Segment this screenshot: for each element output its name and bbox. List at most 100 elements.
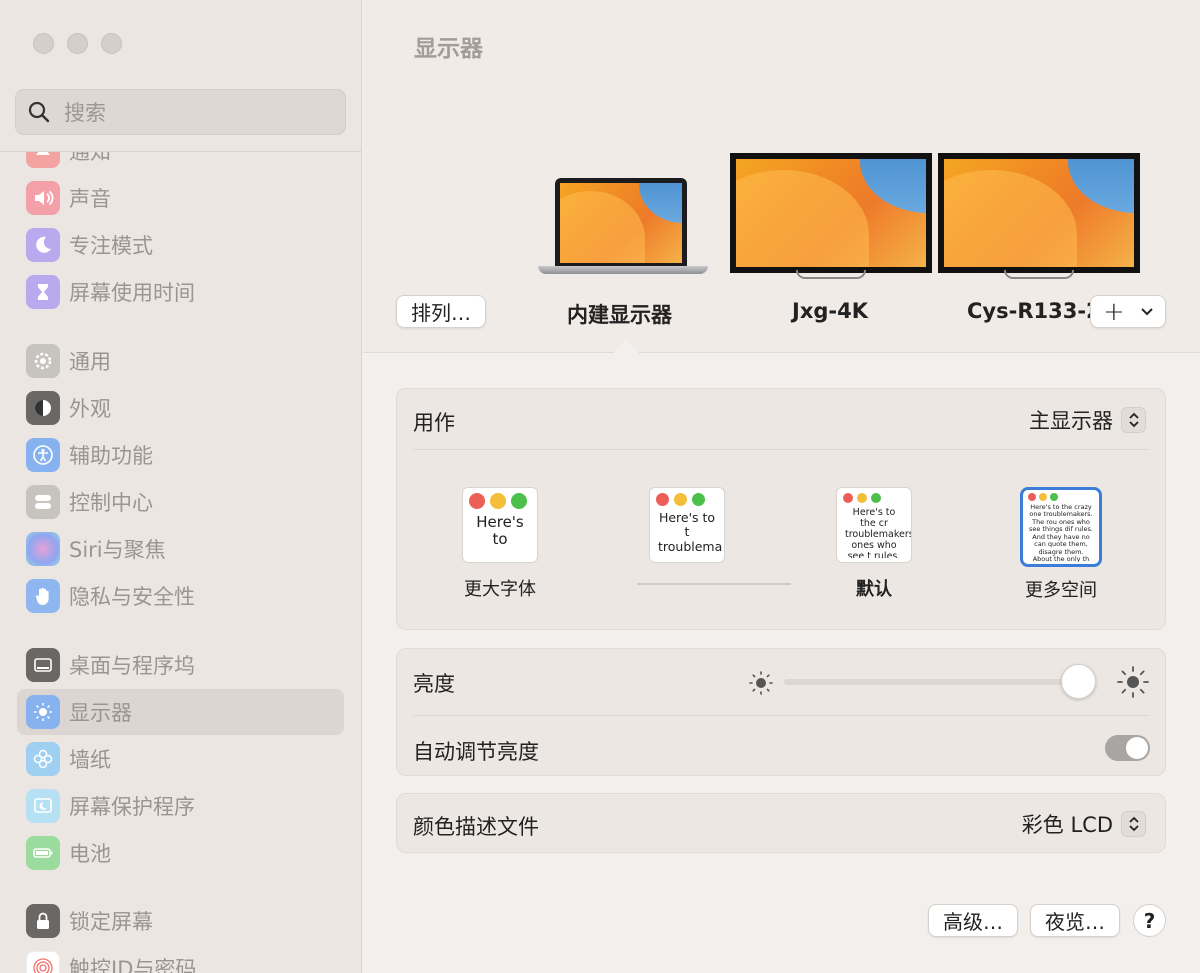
use-as-label: 用作: [413, 411, 455, 435]
brightness-slider-knob[interactable]: [1060, 664, 1096, 699]
wallpaper-thumbnail: [560, 183, 682, 263]
color-profile-value: 彩色 LCD: [1021, 813, 1113, 837]
battery-icon: [26, 836, 60, 870]
divider: [413, 449, 1149, 450]
sidebar: 搜索 通知 声音 专注模式 屏幕使用时间 通用 外观 辅助功能 控制中心 Sir…: [0, 0, 362, 973]
monitor-cys-r133[interactable]: [938, 153, 1140, 280]
sidebar-item-label: 墙纸: [69, 748, 111, 772]
monitor-label-jxg-4k[interactable]: Jxg-4K: [792, 299, 868, 323]
sidebar-item-label: 专注模式: [69, 234, 153, 258]
sidebar-item-label: 锁定屏幕: [69, 910, 153, 934]
hand-icon: [26, 579, 60, 613]
use-as-value: 主显示器: [1029, 409, 1113, 433]
control-center-icon: [26, 485, 60, 519]
search-icon: [28, 101, 50, 123]
sidebar-item-label: 屏幕使用时间: [69, 281, 195, 305]
resolution-option-default[interactable]: Here's to the cr troublemakers. ones who…: [824, 487, 924, 601]
display-arrangement-area: 显示器 排列… 内建显示器 Jxg-4K Cys-R133-2 +: [363, 0, 1200, 354]
arrange-button[interactable]: 排列…: [396, 295, 486, 328]
accessibility-icon: [26, 438, 60, 472]
sidebar-item-screen-time[interactable]: 屏幕使用时间: [17, 269, 344, 315]
sidebar-item-label: 通用: [69, 350, 111, 374]
monitor-jxg-4k[interactable]: [730, 153, 932, 280]
sidebar-item-label: 声音: [69, 187, 111, 211]
minimize-window-button[interactable]: [67, 33, 88, 54]
sidebar-item-label: 显示器: [69, 701, 132, 725]
auto-brightness-toggle[interactable]: [1105, 735, 1150, 761]
sidebar-item-siri[interactable]: Siri与聚焦: [17, 526, 344, 572]
sidebar-item-sound[interactable]: 声音: [17, 175, 344, 221]
use-as-card: 用作 主显示器 Here's to troublem 更大字体 Here's t…: [396, 388, 1166, 630]
resolution-divider: [637, 583, 791, 585]
chevron-down-icon: [1141, 307, 1153, 315]
monitor-builtin[interactable]: [538, 178, 708, 282]
close-window-button[interactable]: [33, 33, 54, 54]
flower-icon: [26, 742, 60, 776]
sidebar-item-label: 电池: [69, 842, 111, 866]
sidebar-item-general[interactable]: 通用: [17, 338, 344, 384]
resolution-label: 更多空间: [1025, 580, 1097, 601]
help-button[interactable]: ?: [1133, 904, 1166, 937]
add-display-button[interactable]: +: [1090, 295, 1166, 328]
sun-high-icon: [1117, 666, 1149, 698]
page-title: 显示器: [414, 36, 483, 62]
sidebar-item-label: 辅助功能: [69, 444, 153, 468]
color-profile-card: 颜色描述文件 彩色 LCD: [396, 793, 1166, 853]
monitor-label-builtin[interactable]: 内建显示器: [567, 299, 672, 329]
resolution-option-larger-text[interactable]: Here's to troublem 更大字体: [450, 487, 550, 601]
sidebar-item-label: 触控ID与密码: [69, 957, 197, 973]
sidebar-item-touch-id[interactable]: 触控ID与密码: [17, 945, 344, 973]
sidebar-item-control-center[interactable]: 控制中心: [17, 479, 344, 525]
sidebar-item-privacy[interactable]: 隐私与安全性: [17, 573, 344, 619]
sidebar-item-appearance[interactable]: 外观: [17, 385, 344, 431]
brightness-label: 亮度: [413, 672, 455, 696]
use-as-select[interactable]: 主显示器: [1029, 405, 1146, 435]
advanced-button[interactable]: 高级…: [928, 904, 1018, 937]
sidebar-item-label: 屏幕保护程序: [69, 795, 195, 819]
sidebar-item-wallpaper[interactable]: 墙纸: [17, 736, 344, 782]
sidebar-item-focus[interactable]: 专注模式: [17, 222, 344, 268]
color-profile-label: 颜色描述文件: [413, 815, 539, 839]
zoom-window-button[interactable]: [101, 33, 122, 54]
updown-chevron-icon: [1121, 811, 1146, 837]
resolution-label: 更大字体: [464, 579, 536, 600]
search-placeholder: 搜索: [64, 101, 106, 125]
resolution-label: 默认: [856, 579, 892, 600]
monitor-label-cys-r133[interactable]: Cys-R133-2: [967, 299, 1093, 323]
updown-chevron-icon: [1121, 407, 1146, 433]
sidebar-item-label: 通知: [69, 152, 111, 164]
appearance-icon: [26, 391, 60, 425]
brightness-slider[interactable]: [784, 679, 1084, 685]
selected-monitor-caret: [612, 340, 640, 354]
sidebar-item-desktop-dock[interactable]: 桌面与程序坞: [17, 642, 344, 688]
sidebar-item-label: 桌面与程序坞: [69, 654, 195, 678]
color-profile-select[interactable]: 彩色 LCD: [1022, 809, 1146, 839]
resolution-option-more-space[interactable]: Here's to the crazy one troublemakers. T…: [1011, 487, 1111, 602]
resolution-thumbnail-selected: Here's to the crazy one troublemakers. T…: [1020, 487, 1102, 567]
gear-icon: [26, 344, 60, 378]
sun-low-icon: [749, 671, 773, 695]
lock-icon: [26, 904, 60, 938]
sidebar-item-lock-screen[interactable]: 锁定屏幕: [17, 898, 344, 944]
resolution-thumbnail: Here's to troublem: [462, 487, 538, 563]
system-settings-window: 搜索 通知 声音 专注模式 屏幕使用时间 通用 外观 辅助功能 控制中心 Sir…: [0, 0, 1200, 973]
sun-icon: [26, 695, 60, 729]
auto-brightness-label: 自动调节亮度: [413, 740, 539, 764]
fingerprint-icon: [26, 951, 60, 973]
sidebar-item-displays[interactable]: 显示器: [17, 689, 344, 735]
resolution-option-2[interactable]: Here's to t troublema ones who: [637, 487, 791, 585]
hourglass-icon: [26, 275, 60, 309]
sidebar-item-battery[interactable]: 电池: [17, 830, 344, 876]
sidebar-list: 通知 声音 专注模式 屏幕使用时间 通用 外观 辅助功能 控制中心 Siri与聚…: [0, 152, 361, 973]
brightness-card: 亮度 自动调节亮度: [396, 648, 1166, 776]
screensaver-icon: [26, 789, 60, 823]
moon-icon: [26, 228, 60, 262]
night-shift-button[interactable]: 夜览…: [1030, 904, 1120, 937]
sidebar-item-accessibility[interactable]: 辅助功能: [17, 432, 344, 478]
divider: [413, 715, 1149, 716]
plus-icon: +: [1103, 296, 1125, 327]
sidebar-item-label: 外观: [69, 397, 111, 421]
sidebar-item-notifications[interactable]: 通知: [17, 152, 344, 174]
search-input[interactable]: 搜索: [15, 89, 346, 135]
sidebar-item-screensaver[interactable]: 屏幕保护程序: [17, 783, 344, 829]
